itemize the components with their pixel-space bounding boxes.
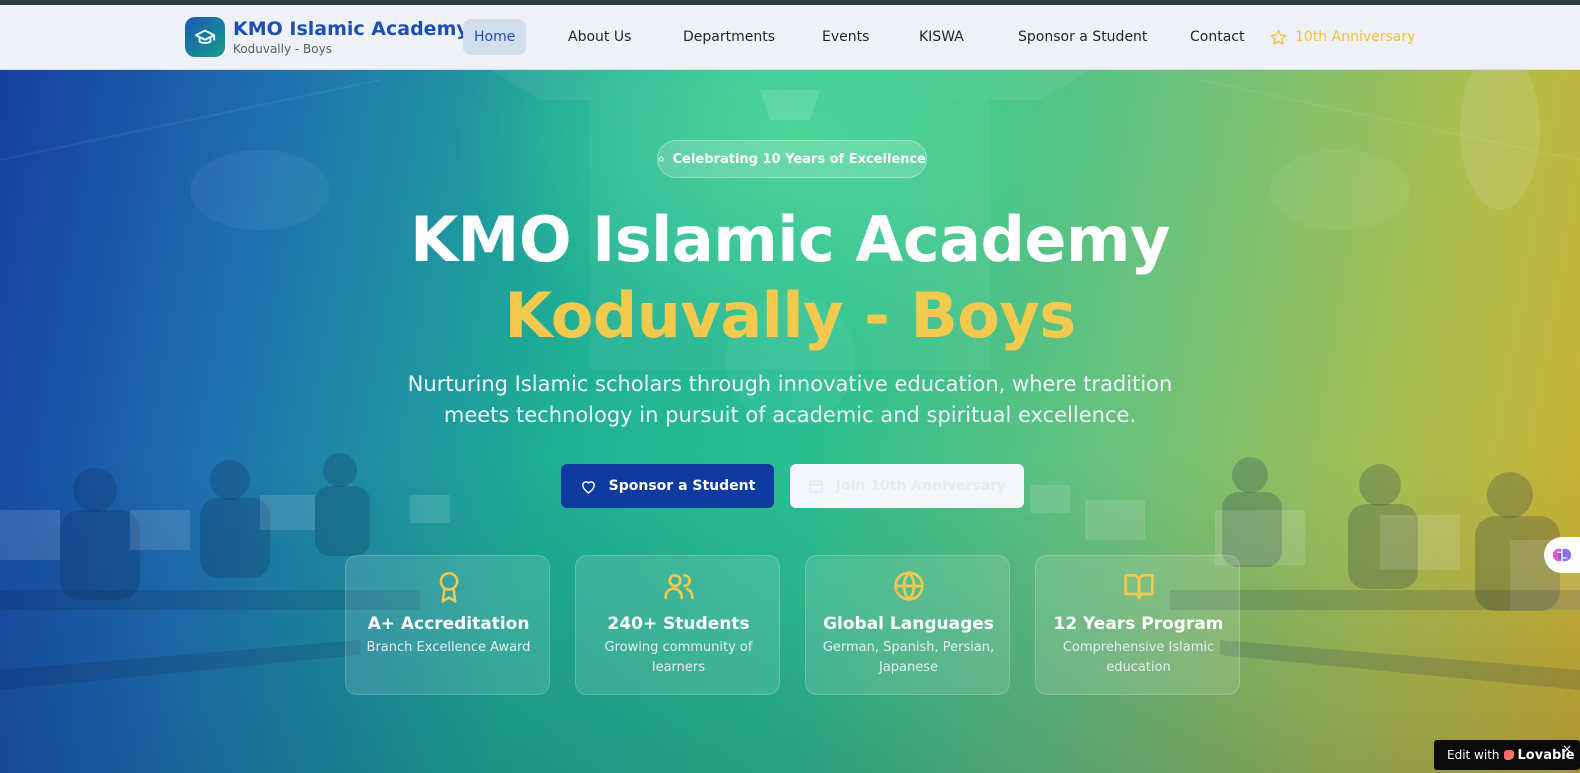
close-icon[interactable]: × [1562, 742, 1572, 756]
accessibility-widget-button[interactable] [1544, 537, 1580, 573]
brand-title: KMO Islamic Academy [233, 18, 469, 40]
nav-home[interactable]: Home [463, 19, 527, 55]
graduation-cap-icon [185, 17, 225, 57]
book-open-icon [1123, 574, 1154, 600]
award-icon [439, 572, 458, 603]
join-anniversary-button[interactable]: Join 10th Anniversary [790, 464, 1024, 508]
stat-card-program: 12 Years Program Comprehensive Islamic e… [1035, 555, 1240, 695]
users-icon [663, 574, 694, 600]
stat-title: 240+ Students [607, 614, 750, 634]
nav-sponsor-a-student[interactable]: Sponsor a Student [1018, 19, 1147, 55]
nav-contact[interactable]: Contact [1190, 19, 1244, 55]
stat-subtitle: German, Spanish, Persian, Japanese [822, 640, 995, 675]
nav-kiswa[interactable]: KISWA [919, 19, 964, 55]
brand[interactable]: KMO Islamic Academy Koduvally - Boys [185, 16, 469, 58]
stat-subtitle: Branch Excellence Award [366, 640, 531, 655]
star-icon [1270, 29, 1287, 45]
navbar: KMO Islamic Academy Koduvally - Boys Hom… [0, 5, 1580, 70]
stat-title: Global Languages [823, 614, 994, 634]
hero-subtitle: Koduvally - Boys [504, 279, 1076, 352]
nav-events[interactable]: Events [822, 19, 869, 55]
brand-text: KMO Islamic Academy Koduvally - Boys [233, 17, 469, 57]
star-icon [658, 155, 665, 162]
heart-icon [581, 480, 595, 494]
nav-departments[interactable]: Departments [683, 19, 775, 55]
stat-title: A+ Accreditation [367, 614, 530, 634]
calendar-icon [809, 480, 823, 493]
hero-section: Celebrating 10 Years of Excellence KMO I… [0, 70, 1580, 773]
nav-anniversary-label: 10th Anniversary [1295, 29, 1416, 45]
edit-with-lovable-badge[interactable]: Edit with Lovable × [1434, 740, 1580, 770]
stat-card-languages: Global Languages German, Spanish, Persia… [805, 555, 1010, 695]
globe-icon [893, 570, 924, 602]
sponsor-student-label: Sponsor a Student [608, 478, 756, 494]
brain-icon [1552, 548, 1572, 562]
sponsor-student-button[interactable]: Sponsor a Student [561, 464, 774, 508]
brand-subtitle: Koduvally - Boys [233, 42, 332, 56]
stat-subtitle: Comprehensive Islamic education [1062, 640, 1215, 675]
stat-card-accreditation: A+ Accreditation Branch Excellence Award [345, 555, 550, 695]
badge-label: Celebrating 10 Years of Excellence [672, 151, 926, 167]
nav-about-us[interactable]: About Us [568, 19, 631, 55]
hero-title: KMO Islamic Academy [410, 203, 1170, 276]
nav-10th-anniversary[interactable]: 10th Anniversary [1270, 19, 1415, 55]
edit-with-label: Edit with [1447, 748, 1500, 762]
stat-subtitle: Growing community of learners [604, 640, 753, 675]
join-anniversary-label: Join 10th Anniversary [835, 478, 1007, 494]
lovable-heart-icon [1503, 750, 1514, 760]
stat-card-students: 240+ Students Growing community of learn… [575, 555, 780, 695]
stat-title: 12 Years Program [1053, 614, 1224, 634]
anniversary-badge: Celebrating 10 Years of Excellence [657, 140, 927, 178]
hero-description: Nurturing Islamic scholars through innov… [407, 372, 1173, 427]
